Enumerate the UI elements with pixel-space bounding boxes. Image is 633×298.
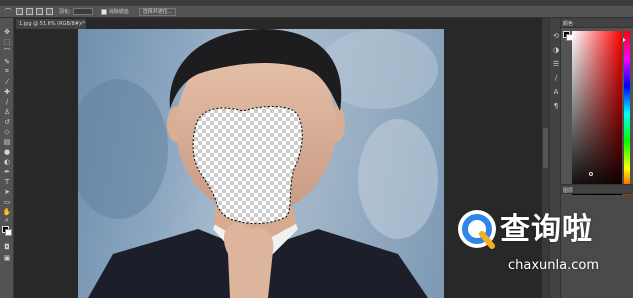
feather-label: 羽化: (59, 9, 71, 15)
color-tab[interactable]: 颜色 (563, 20, 573, 27)
zoom-icon[interactable]: ⌕ (3, 216, 11, 224)
brush-panel-icon[interactable]: ∕ (552, 74, 560, 82)
hue-slider[interactable] (624, 31, 630, 196)
options-bar: ⌒ 羽化: 消除锯齿 选择并遮住... (0, 6, 633, 18)
watermark-logo-icon (458, 210, 496, 249)
color-picker-marker[interactable] (589, 172, 593, 176)
type-icon[interactable]: T (3, 178, 11, 186)
subtract-selection-icon[interactable] (36, 8, 43, 15)
new-selection-icon[interactable] (16, 8, 23, 15)
document-tab-title: 1.jpg @ 51.6% (RGB/8#) * (19, 21, 85, 27)
toolbox: ✥ ⬚ ⌒ ✎ ⌗ ⁄ ✚ ∕ ♙ ↺ ◇ ▤ ● ◐ ✒ T ➤ ▭ ✋ ⌕ … (0, 18, 14, 298)
stamp-icon[interactable]: ♙ (3, 108, 11, 116)
quick-select-icon[interactable]: ✎ (3, 58, 11, 66)
history-brush-icon[interactable]: ↺ (3, 118, 11, 126)
path-select-icon[interactable]: ➤ (3, 188, 11, 196)
antialias-label: 消除锯齿 (108, 9, 129, 15)
photo-illustration (78, 29, 438, 298)
move-icon[interactable]: ✥ (3, 28, 11, 36)
scrollbar-thumb[interactable] (543, 128, 548, 168)
document-tab[interactable]: 1.jpg @ 51.6% (RGB/8#) * × (16, 19, 86, 29)
properties-panel-icon[interactable]: ☰ (552, 60, 560, 68)
crop-icon[interactable]: ⌗ (3, 67, 11, 75)
blur-icon[interactable]: ● (3, 148, 11, 156)
select-and-mask-button[interactable]: 选择并遮住... (138, 7, 177, 16)
document-tab-bar: 1.jpg @ 51.6% (RGB/8#) * × (16, 18, 551, 29)
layers-panel-header: 图层 (561, 184, 633, 194)
photo-canvas[interactable] (78, 29, 444, 298)
layers-tab[interactable]: 图层 (563, 187, 573, 194)
add-selection-icon[interactable] (26, 8, 33, 15)
color-field[interactable] (572, 31, 622, 196)
quick-mask-icon[interactable]: ◘ (3, 243, 11, 251)
antialias-checkbox[interactable] (100, 8, 107, 15)
dodge-icon[interactable]: ◐ (3, 158, 11, 166)
pen-icon[interactable]: ✒ (3, 168, 11, 176)
feather-input[interactable] (72, 8, 93, 15)
gradient-icon[interactable]: ▤ (3, 138, 11, 146)
history-panel-icon[interactable]: ⟲ (552, 32, 560, 40)
close-icon[interactable]: × (79, 21, 83, 27)
shape-icon[interactable]: ▭ (3, 198, 11, 206)
screen-mode-icon[interactable]: ▣ (3, 254, 11, 262)
marquee-icon[interactable]: ⬚ (3, 38, 11, 46)
hue-slider-handle[interactable] (623, 38, 626, 42)
healing-icon[interactable]: ✚ (3, 88, 11, 96)
brush-icon[interactable]: ∕ (3, 98, 11, 106)
paragraph-panel-icon[interactable]: ¶ (552, 102, 560, 110)
hand-icon[interactable]: ✋ (3, 208, 12, 216)
color-panel-header: 颜色 (561, 18, 633, 28)
eyedropper-icon[interactable]: ⁄ (3, 78, 11, 86)
lasso-tool-icon[interactable]: ⌒ (3, 7, 13, 16)
background-color-swatch[interactable] (5, 229, 12, 236)
eraser-icon[interactable]: ◇ (3, 128, 11, 136)
intersect-selection-icon[interactable] (46, 8, 53, 15)
character-panel-icon[interactable]: A (552, 88, 560, 96)
watermark: 查询啦 chaxunla.com (446, 200, 633, 298)
lasso-icon[interactable]: ⌒ (3, 48, 11, 56)
watermark-title: 查询啦 (500, 212, 593, 247)
watermark-domain: chaxunla.com (508, 258, 599, 273)
adjustments-panel-icon[interactable]: ◑ (552, 46, 560, 54)
